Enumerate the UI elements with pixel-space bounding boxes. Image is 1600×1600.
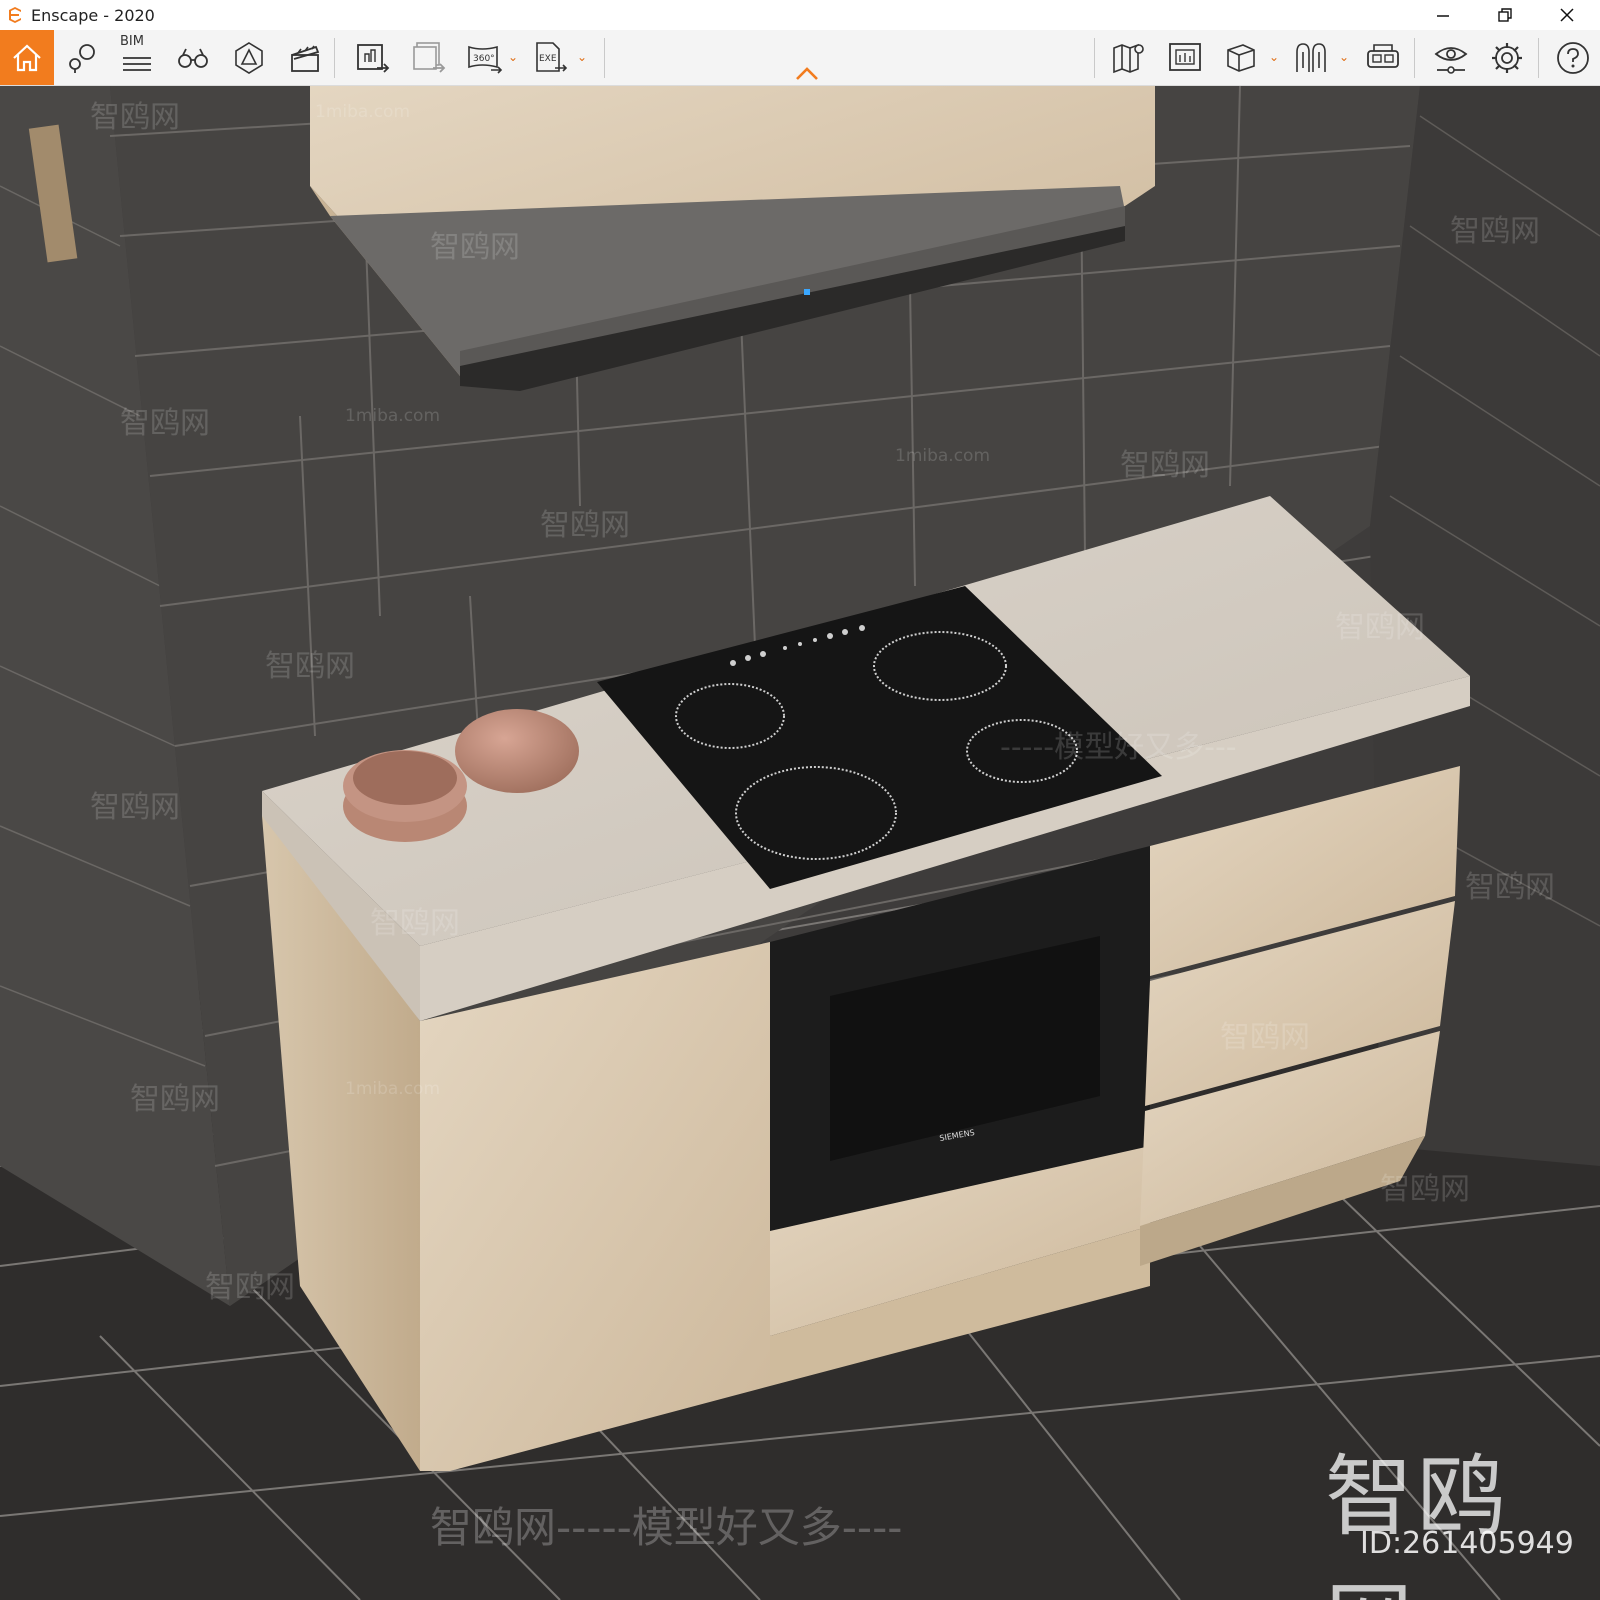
- material-dropdown-caret[interactable]: ⌄: [1268, 50, 1280, 64]
- visual-settings-button[interactable]: [1426, 30, 1476, 85]
- settings-gear-icon: [1492, 42, 1522, 73]
- safe-frame-icon: [235, 41, 263, 74]
- atmosphere-button[interactable]: [1286, 30, 1336, 85]
- watermark-id: ID:261405949: [1360, 1526, 1574, 1561]
- export-dropdown-caret[interactable]: ⌄: [576, 50, 588, 64]
- collapse-toolbar-chevron-icon[interactable]: [795, 64, 819, 82]
- enscape-logo-icon: [9, 7, 21, 23]
- watermark-brand: 智鸥网: [1120, 448, 1210, 483]
- toolbar-separator: [1414, 38, 1415, 78]
- material-box-icon: [1227, 43, 1255, 72]
- watermark-slogan: -----模型好又多---: [1000, 730, 1237, 765]
- restore-icon: [1498, 8, 1512, 22]
- panorama-button[interactable]: 360°: [460, 30, 510, 85]
- close-button[interactable]: [1538, 0, 1596, 30]
- object-library-icon: [1169, 42, 1201, 71]
- kitchen-scene: SIEMENS: [0, 86, 1600, 1600]
- watermark-brand: 智鸥网: [370, 906, 460, 941]
- binoculars-icon: [178, 48, 208, 68]
- left-cabinet-door[interactable]: [420, 942, 770, 1471]
- watermark-site: 1miba.com: [345, 406, 441, 426]
- watermark-brand-large: 智鸥网: [1325, 1445, 1510, 1600]
- window-title: Enscape - 2020: [31, 6, 155, 25]
- location-pin-icon: [69, 43, 95, 73]
- video-editor-button[interactable]: [280, 30, 330, 85]
- watermark-site: 1miba.com: [315, 102, 411, 122]
- watermark-brand: 智鸥网: [540, 508, 630, 543]
- restore-button[interactable]: [1476, 0, 1534, 30]
- watermark-brand: 智鸥网: [205, 1270, 295, 1305]
- title-bar: Enscape - 2020: [0, 0, 1600, 30]
- watermark-brand: 智鸥网: [90, 100, 180, 135]
- enscape-toolbar: BIM 360° ⌄ EXE ⌄ ⌄ ⌄: [0, 30, 1600, 86]
- batch-render-button[interactable]: [404, 30, 454, 85]
- view-management-button[interactable]: [58, 30, 108, 85]
- toolbar-separator: [1094, 38, 1095, 78]
- watermark-site: 1miba.com: [895, 446, 991, 466]
- visual-settings-icon: [1434, 46, 1468, 74]
- atmosphere-icon: [1296, 42, 1326, 72]
- bim-label: BIM: [120, 34, 144, 49]
- batch-render-icon: [413, 41, 446, 73]
- asset-library-button[interactable]: [1160, 30, 1210, 85]
- map-icon: [1113, 43, 1144, 73]
- watermark-brand: 智鸥网: [90, 790, 180, 825]
- panorama-label: 360°: [473, 54, 495, 64]
- watermark-brand: 智鸥网: [430, 230, 520, 265]
- exe-export-icon: EXE: [536, 41, 568, 72]
- watermark-brand: 智鸥网: [120, 406, 210, 441]
- safe-frame-button[interactable]: [224, 30, 274, 85]
- bim-mode-button[interactable]: BIM: [112, 30, 162, 85]
- watermark-slogan-bottom: 智鸥网-----模型好又多----: [430, 1503, 903, 1552]
- watermark-brand: 智鸥网: [1220, 1020, 1310, 1055]
- help-button[interactable]: [1548, 30, 1598, 85]
- close-icon: [1560, 8, 1574, 22]
- minimize-button[interactable]: [1414, 0, 1472, 30]
- home-button[interactable]: [0, 30, 54, 85]
- help-icon: [1557, 41, 1589, 74]
- home-icon: [13, 44, 41, 71]
- panorama-360-icon: 360°: [468, 45, 503, 74]
- orthographic-button[interactable]: [168, 30, 218, 85]
- export-exe-button[interactable]: EXE: [526, 30, 576, 85]
- render-image-button[interactable]: [348, 30, 398, 85]
- watermark-brand: 智鸥网: [265, 649, 355, 684]
- ceramic-bowl-upturned: [455, 709, 579, 793]
- watermark-brand: 智鸥网: [130, 1082, 220, 1117]
- atmosphere-dropdown-caret[interactable]: ⌄: [1338, 50, 1350, 64]
- clapperboard-icon: [291, 45, 320, 72]
- watermark-brand: 智鸥网: [1465, 870, 1555, 905]
- screenshot-export-icon: [357, 43, 390, 73]
- general-settings-button[interactable]: [1482, 30, 1532, 85]
- toolbar-separator: [604, 38, 605, 78]
- map-button[interactable]: [1104, 30, 1154, 85]
- toolbar-separator: [1538, 38, 1539, 78]
- exe-label: EXE: [539, 54, 557, 64]
- panorama-dropdown-caret[interactable]: ⌄: [507, 50, 519, 64]
- toolbar-separator: [334, 38, 335, 78]
- watermark-brand: 智鸥网: [1335, 610, 1425, 645]
- vr-headset-icon: [1367, 43, 1399, 68]
- watermark-brand: 智鸥网: [1450, 214, 1540, 249]
- material-editor-button[interactable]: [1216, 30, 1266, 85]
- hood-indicator-light: [804, 289, 810, 295]
- render-viewport[interactable]: SIEMENS 1miba.com 智鸥网 智鸥网 智鸥网 1miba.com …: [0, 86, 1600, 1600]
- minimize-icon: [1437, 15, 1449, 17]
- vr-headset-button[interactable]: [1358, 30, 1408, 85]
- watermark-site: 1miba.com: [345, 1079, 441, 1099]
- watermark-brand: 智鸥网: [1380, 1172, 1470, 1207]
